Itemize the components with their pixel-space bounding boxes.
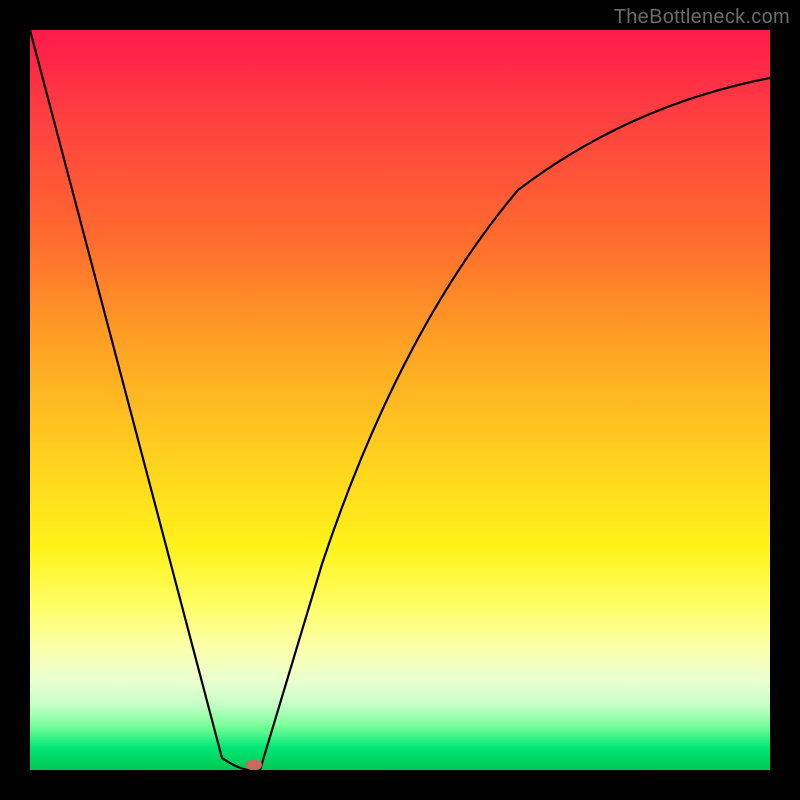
plot-area	[30, 30, 770, 770]
bottleneck-curve	[30, 30, 770, 770]
marker-dot	[246, 760, 262, 770]
chart-container: TheBottleneck.com	[0, 0, 800, 800]
curve-svg	[30, 30, 770, 770]
watermark-text: TheBottleneck.com	[614, 6, 790, 29]
